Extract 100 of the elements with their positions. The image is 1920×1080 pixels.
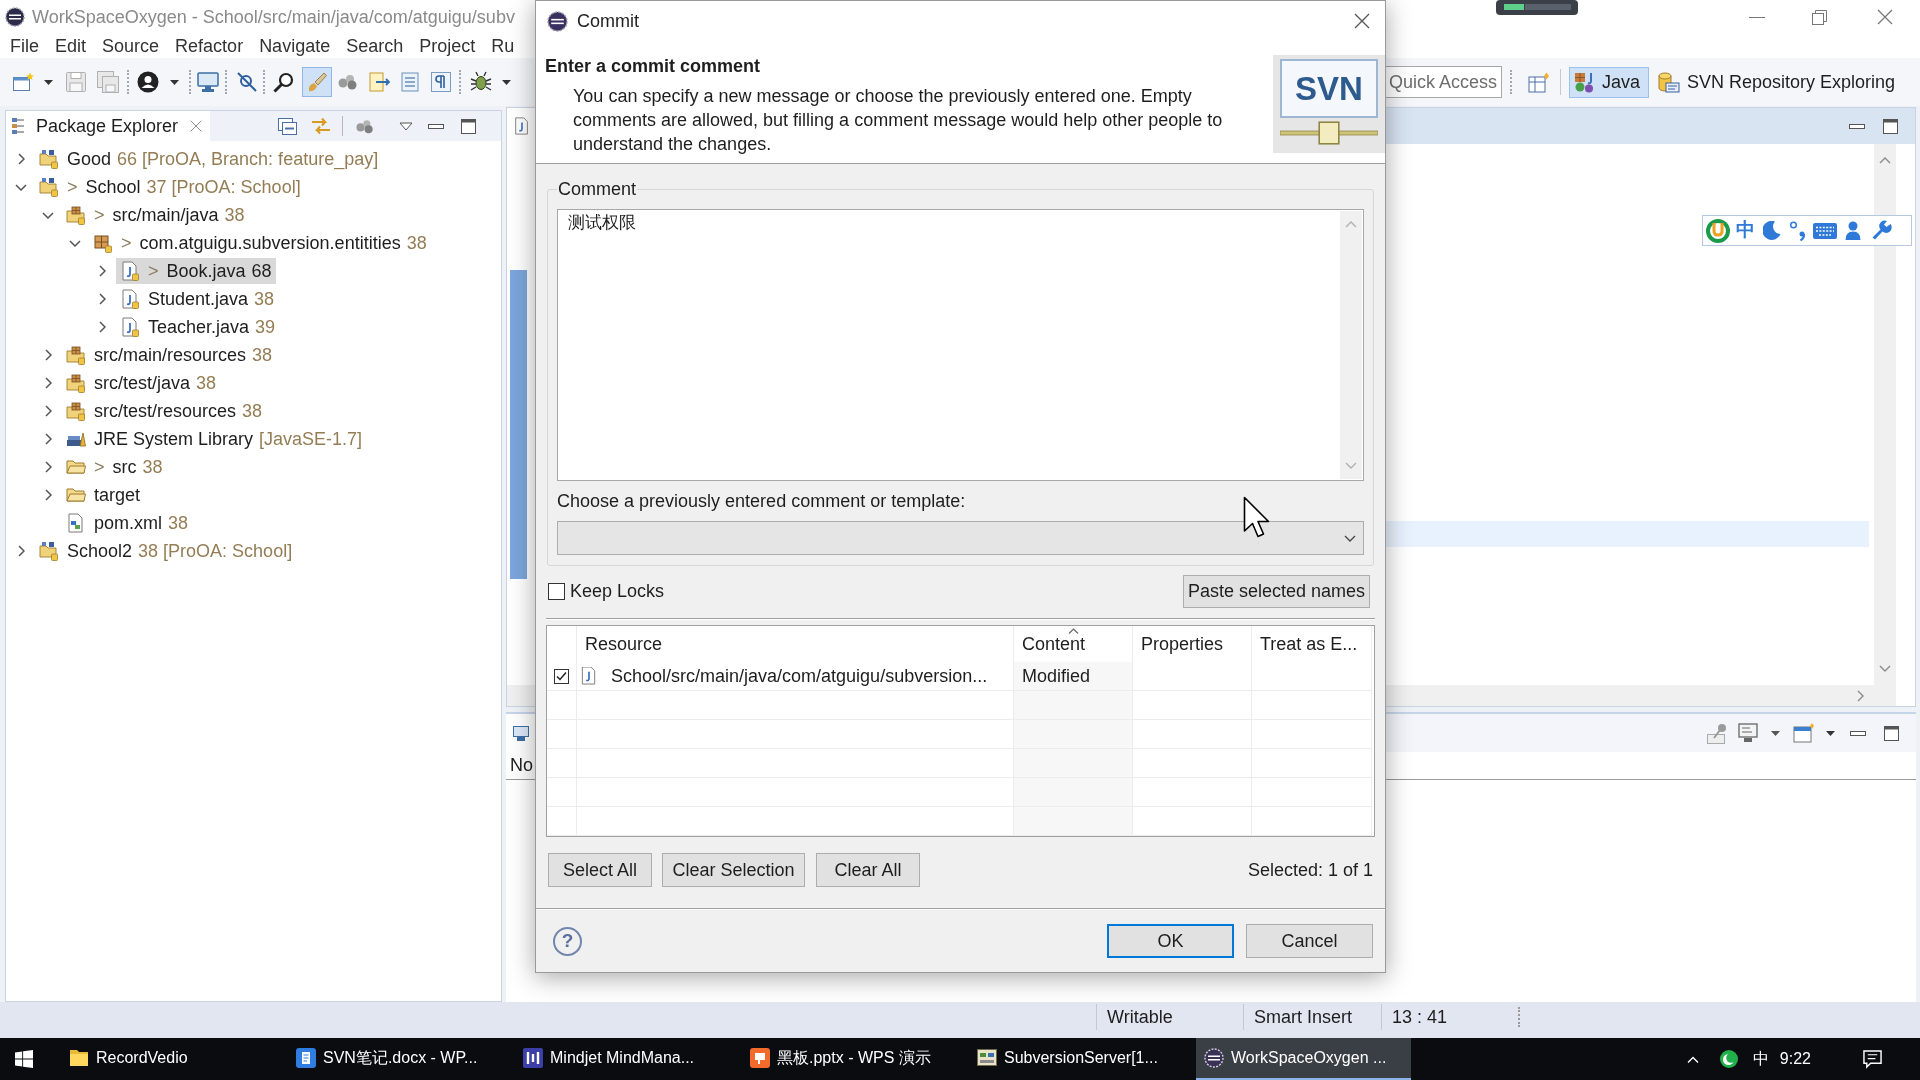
console-tab[interactable] (506, 714, 535, 752)
pin-icon[interactable] (1707, 722, 1727, 744)
close-icon[interactable] (1354, 13, 1370, 29)
grid-sparkle-icon[interactable] (1527, 71, 1550, 93)
dropdown-caret-icon[interactable] (44, 79, 53, 85)
tree-item[interactable]: > src/main/java 38 (62, 202, 249, 228)
dropdown-caret-icon[interactable] (170, 79, 179, 85)
checkbox-label[interactable]: Keep Locks (570, 578, 665, 605)
ok-button[interactable]: OK (1107, 924, 1234, 958)
clock-time[interactable]: 9:22 (1779, 1047, 1811, 1071)
monitor-icon[interactable] (197, 72, 219, 92)
column-header[interactable]: Treat as E... (1252, 626, 1372, 662)
chevron-down-icon[interactable] (15, 183, 27, 191)
view-tab[interactable]: Package Explorer (6, 111, 211, 141)
new-window-icon[interactable] (1793, 723, 1815, 743)
help-button[interactable]: ? (553, 926, 582, 956)
chevron-down-icon[interactable] (69, 239, 81, 247)
monitor-icon[interactable] (1738, 723, 1758, 743)
windows-logo-icon[interactable] (15, 1050, 33, 1068)
tree-item[interactable]: > Book.java 68 (116, 258, 276, 284)
close-icon[interactable] (190, 120, 203, 132)
collapse-all-icon[interactable] (278, 117, 298, 135)
menu-item[interactable]: Edit (55, 35, 87, 57)
notification-icon[interactable] (1863, 1049, 1882, 1069)
checkbox[interactable] (548, 583, 565, 600)
keyboard-icon[interactable] (1813, 222, 1837, 239)
taskbar-app[interactable]: 黑板.pptx - WPS 演示 (742, 1038, 957, 1080)
taskbar-app[interactable]: WorkSpaceOxygen ... (1196, 1038, 1411, 1080)
paste-names-button[interactable]: Paste selected names (1182, 575, 1370, 608)
chevron-right-icon[interactable] (44, 489, 52, 501)
magnifier-icon[interactable] (273, 71, 294, 93)
tree-item[interactable]: > com.atguigu.subversion.entitities 38 (89, 230, 431, 256)
perspective-button[interactable]: Java (1568, 66, 1649, 98)
input-mode-text[interactable]: 中 (1736, 216, 1755, 245)
chevron-right-icon[interactable] (44, 461, 52, 473)
menu-item[interactable]: Ru (491, 35, 515, 57)
minimize-icon[interactable] (1749, 16, 1765, 18)
ring-icon[interactable] (1706, 218, 1730, 243)
tree-item[interactable]: src/test/resources 38 (62, 398, 267, 424)
tree-item[interactable]: Teacher.java 39 (116, 314, 280, 340)
menu-item[interactable]: File (10, 35, 39, 57)
tree-item[interactable]: School2 38 [ProOA: School] (35, 538, 297, 564)
maximize-icon[interactable] (461, 118, 477, 134)
tree-item[interactable]: > School 37 [ProOA: School] (35, 174, 305, 200)
circles-cluster-icon[interactable] (338, 74, 358, 90)
crescent-circle-icon[interactable] (1719, 1050, 1738, 1068)
tree-item[interactable]: Student.java 38 (116, 286, 279, 312)
chevron-right-icon[interactable] (44, 405, 52, 417)
tree-item[interactable]: Good 66 [ProOA, Branch: feature_pay] (35, 146, 383, 172)
select-all-button[interactable]: Select All (548, 853, 652, 887)
chevron-right-icon[interactable] (98, 321, 106, 333)
tree-item[interactable]: src/main/resources 38 (62, 342, 277, 368)
dropdown-caret-icon[interactable] (1771, 730, 1780, 736)
tree-item[interactable]: pom.xml 38 (62, 510, 193, 536)
dropdown-caret-icon[interactable] (1826, 730, 1835, 736)
chevron-right-icon[interactable] (44, 433, 52, 445)
quick-access-field[interactable]: Quick Access (1383, 66, 1502, 98)
view-menu-icon[interactable] (399, 121, 414, 131)
circles-cluster-icon[interactable] (356, 118, 375, 134)
chevron-right-icon[interactable] (17, 545, 25, 557)
taskbar-app[interactable]: SVN笔记.docx - WP... (288, 1038, 503, 1080)
minimize-icon[interactable] (428, 123, 445, 129)
perspective-button[interactable]: SVN Repository Exploring (1652, 66, 1904, 98)
menu-item[interactable]: Search (346, 35, 404, 57)
clear-selection-button[interactable]: Clear Selection (662, 853, 805, 887)
input-language-indicator[interactable]: 中 (1752, 1047, 1769, 1071)
taskbar-app[interactable]: RecordVedio (61, 1038, 276, 1080)
wrench-icon[interactable] (1871, 220, 1892, 241)
column-header[interactable]: Resource (577, 626, 1014, 662)
document-arrow-icon[interactable] (369, 72, 391, 92)
dropdown-caret-icon[interactable] (502, 79, 511, 85)
highlight-toggle-button[interactable] (302, 67, 332, 97)
moon-icon[interactable] (1763, 220, 1781, 241)
editor-tab[interactable] (507, 108, 536, 144)
punctuation-icon[interactable] (1790, 220, 1806, 241)
tree-item[interactable]: src/test/java 38 (62, 370, 221, 396)
menu-item[interactable]: Project (419, 35, 476, 57)
chevron-right-icon[interactable] (44, 377, 52, 389)
column-header[interactable]: Properties (1133, 626, 1252, 662)
taskbar-app[interactable]: Mindjet MindMana... (515, 1038, 730, 1080)
pilcrow-icon[interactable] (431, 72, 451, 92)
restore-icon[interactable] (1812, 9, 1827, 25)
chevron-right-icon[interactable] (98, 293, 106, 305)
slashed-circle-icon[interactable] (237, 72, 257, 92)
minimize-icon[interactable] (1849, 123, 1865, 129)
chevron-right-icon[interactable] (98, 265, 106, 277)
user-icon[interactable] (1845, 221, 1861, 240)
taskbar-app[interactable]: SubversionServer[1... (969, 1038, 1184, 1080)
comment-field[interactable]: 测试权限 (557, 209, 1364, 481)
tree-item[interactable]: JRE System Library [JavaSE-1.7] (62, 426, 367, 452)
user-circle-icon[interactable] (137, 71, 159, 93)
bug-icon[interactable] (470, 71, 492, 93)
minimize-icon[interactable] (1850, 730, 1866, 736)
chevron-right-icon[interactable] (44, 349, 52, 361)
new-window-icon[interactable] (12, 72, 34, 92)
maximize-icon[interactable] (1883, 118, 1898, 134)
menu-item[interactable]: Navigate (259, 35, 331, 57)
menu-item[interactable]: Source (102, 35, 160, 57)
tree-item[interactable]: target (62, 482, 145, 508)
checkbox[interactable] (554, 668, 569, 684)
